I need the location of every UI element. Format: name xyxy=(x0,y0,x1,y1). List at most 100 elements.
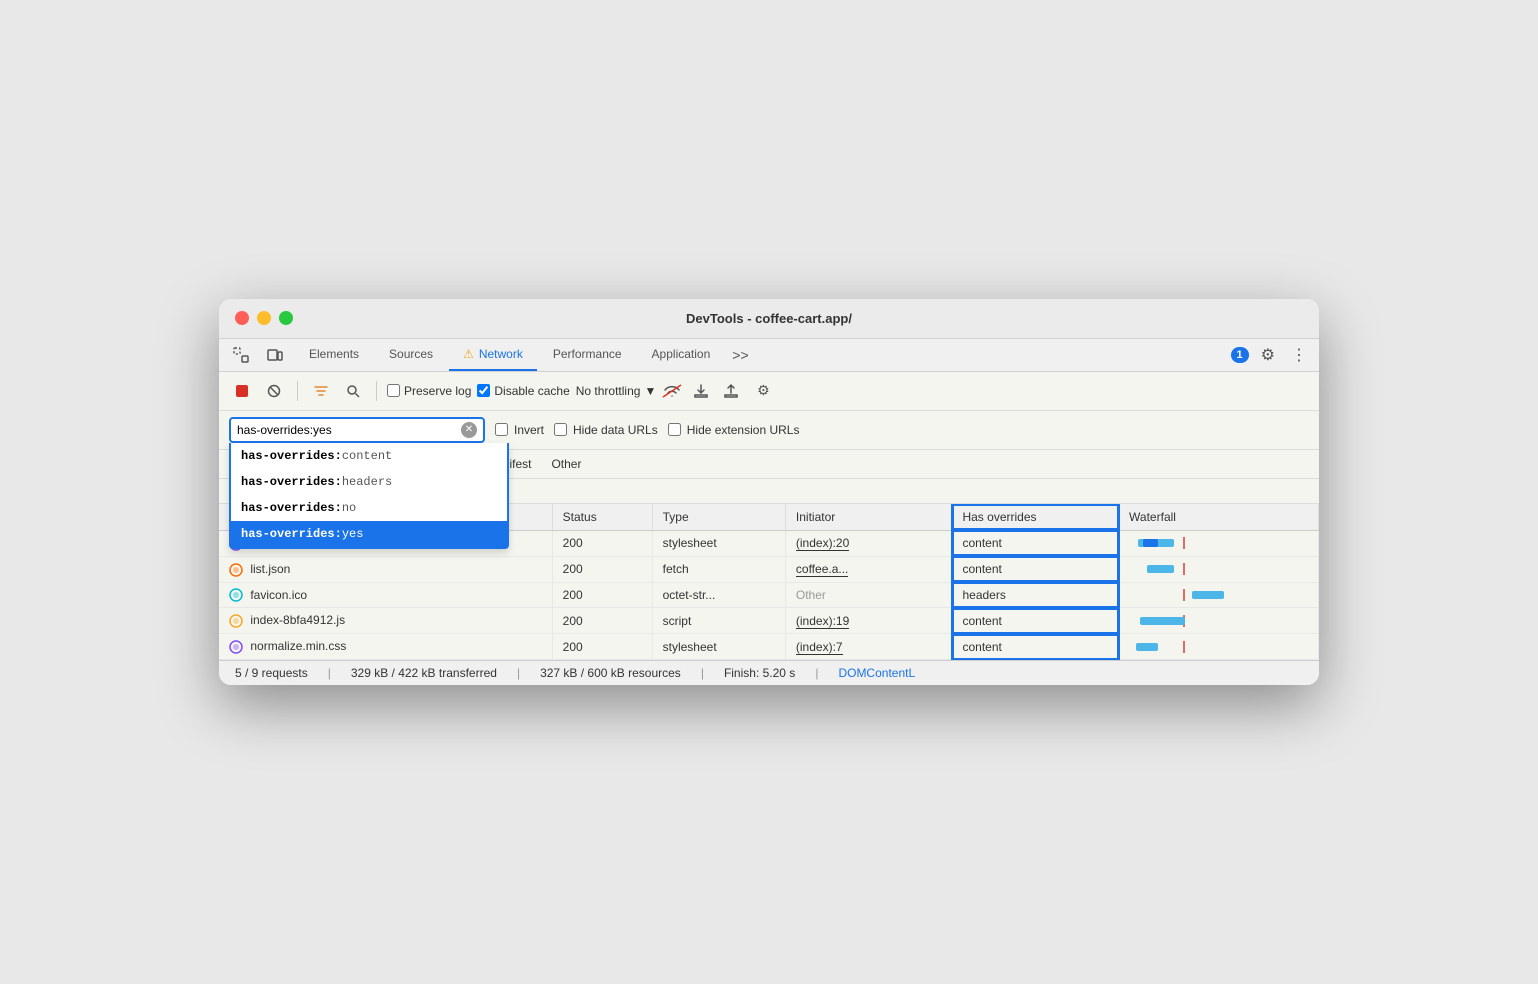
cell-status: 200 xyxy=(552,582,652,608)
window-title: DevTools - coffee-cart.app/ xyxy=(686,311,852,326)
inspect-icon[interactable] xyxy=(227,341,255,369)
requests-count: 5 / 9 requests xyxy=(235,666,308,680)
file-name: normalize.min.css xyxy=(250,639,346,653)
record-button[interactable] xyxy=(229,378,255,404)
cell-waterfall xyxy=(1119,530,1319,556)
preserve-log-label: Preserve log xyxy=(387,384,471,398)
autocomplete-item-yes[interactable]: has-overrides:yes xyxy=(231,521,507,547)
cell-has-overrides: content xyxy=(952,556,1119,582)
status-bar: 5 / 9 requests | 329 kB / 422 kB transfe… xyxy=(219,660,1319,685)
hide-ext-urls-checkbox[interactable] xyxy=(668,423,681,436)
more-tabs-button[interactable]: >> xyxy=(726,339,754,371)
json-file-icon xyxy=(229,563,243,577)
col-initiator[interactable]: Initiator xyxy=(785,504,952,531)
cell-type: stylesheet xyxy=(652,634,785,660)
hide-ext-urls-label: Hide extension URLs xyxy=(668,423,800,437)
cell-name[interactable]: favicon.ico xyxy=(219,582,552,608)
divider-2: | xyxy=(517,666,520,680)
ico-file-icon xyxy=(229,588,243,602)
tab-performance[interactable]: Performance xyxy=(539,339,636,371)
title-bar: DevTools - coffee-cart.app/ xyxy=(219,299,1319,339)
type-btn-other[interactable]: Other xyxy=(542,454,590,474)
invert-checkbox[interactable] xyxy=(495,423,508,436)
disable-cache-label: Disable cache xyxy=(477,384,569,398)
cell-has-overrides: headers xyxy=(952,582,1119,608)
wifi-icon xyxy=(662,384,682,398)
finish-time: Finish: 5.20 s xyxy=(724,666,795,680)
autocomplete-item-content[interactable]: has-overrides:content xyxy=(231,443,507,469)
table-row: index-8bfa4912.js 200 script (index):19 … xyxy=(219,608,1319,634)
file-name: favicon.ico xyxy=(250,588,307,602)
file-name: index-8bfa4912.js xyxy=(250,613,345,627)
cell-waterfall xyxy=(1119,634,1319,660)
toolbar-divider-2 xyxy=(376,381,377,401)
search-container: ✕ has-overrides:content has-overrides:he… xyxy=(229,417,485,443)
warning-icon: ⚠ xyxy=(463,347,474,361)
settings-icon[interactable]: ⚙ xyxy=(1257,341,1279,369)
autocomplete-dropdown: has-overrides:content has-overrides:head… xyxy=(229,443,509,549)
tab-application[interactable]: Application xyxy=(638,339,725,371)
cell-status: 200 xyxy=(552,608,652,634)
col-status[interactable]: Status xyxy=(552,504,652,531)
export-button[interactable] xyxy=(718,378,744,404)
cell-initiator[interactable]: (index):7 xyxy=(785,634,952,660)
tab-bar: Elements Sources ⚠ Network Performance A… xyxy=(219,339,1319,372)
minimize-button[interactable] xyxy=(257,311,271,325)
cell-initiator[interactable]: coffee.a... xyxy=(785,556,952,582)
network-settings-icon[interactable]: ⚙ xyxy=(750,378,776,404)
autocomplete-item-no[interactable]: has-overrides:no xyxy=(231,495,507,521)
cell-type: script xyxy=(652,608,785,634)
maximize-button[interactable] xyxy=(279,311,293,325)
domcontent-link[interactable]: DOMContentL xyxy=(838,666,915,680)
import-button[interactable] xyxy=(688,378,714,404)
toolbar-divider-1 xyxy=(297,381,298,401)
cell-name[interactable]: index-8bfa4912.js xyxy=(219,608,552,634)
table-row: favicon.ico 200 octet-str... Other heade… xyxy=(219,582,1319,608)
cell-name[interactable]: normalize.min.css xyxy=(219,634,552,660)
cell-has-overrides: content xyxy=(952,608,1119,634)
col-type[interactable]: Type xyxy=(652,504,785,531)
devtools-window: DevTools - coffee-cart.app/ Elements Sou… xyxy=(219,299,1319,685)
throttle-dropdown[interactable]: No throttling ▼ xyxy=(576,384,657,398)
filter-row: ✕ has-overrides:content has-overrides:he… xyxy=(219,411,1319,450)
cell-initiator[interactable]: (index):19 xyxy=(785,608,952,634)
filter-button[interactable] xyxy=(308,378,334,404)
invert-filter-label: Invert xyxy=(495,423,544,437)
tab-sources[interactable]: Sources xyxy=(375,339,447,371)
close-button[interactable] xyxy=(235,311,249,325)
hide-data-urls-checkbox[interactable] xyxy=(554,423,567,436)
cell-name[interactable]: list.json xyxy=(219,556,552,582)
autocomplete-item-headers[interactable]: has-overrides:headers xyxy=(231,469,507,495)
cell-waterfall xyxy=(1119,556,1319,582)
tab-network[interactable]: ⚠ Network xyxy=(449,339,537,371)
divider-4: | xyxy=(815,666,818,680)
traffic-lights xyxy=(235,311,293,325)
import-export-area xyxy=(688,378,744,404)
clear-button[interactable] xyxy=(261,378,287,404)
filter-input[interactable] xyxy=(237,423,457,437)
resources-size: 327 kB / 600 kB resources xyxy=(540,666,681,680)
cell-waterfall xyxy=(1119,608,1319,634)
js-file-icon xyxy=(229,614,243,628)
search-wrapper: ✕ xyxy=(229,417,485,443)
tab-elements[interactable]: Elements xyxy=(295,339,373,371)
tab-right-area: 1 ⚙ ⋮ xyxy=(1231,341,1311,369)
disable-cache-checkbox[interactable] xyxy=(477,384,490,397)
col-waterfall[interactable]: Waterfall xyxy=(1119,504,1319,531)
cell-type: octet-str... xyxy=(652,582,785,608)
col-has-overrides[interactable]: Has overrides xyxy=(952,504,1119,531)
search-button[interactable] xyxy=(340,378,366,404)
cell-initiator: Other xyxy=(785,582,952,608)
wifi-area xyxy=(662,384,682,398)
cell-initiator[interactable]: (index):20 xyxy=(785,530,952,556)
clear-search-button[interactable]: ✕ xyxy=(461,422,477,438)
divider-1: | xyxy=(328,666,331,680)
hide-data-urls-label: Hide data URLs xyxy=(554,423,658,437)
more-options-icon[interactable]: ⋮ xyxy=(1287,341,1311,369)
device-mode-icon[interactable] xyxy=(261,341,289,369)
preserve-log-checkbox[interactable] xyxy=(387,384,400,397)
cell-status: 200 xyxy=(552,634,652,660)
table-row: normalize.min.css 200 stylesheet (index)… xyxy=(219,634,1319,660)
cell-type: stylesheet xyxy=(652,530,785,556)
css2-file-icon xyxy=(229,640,243,654)
